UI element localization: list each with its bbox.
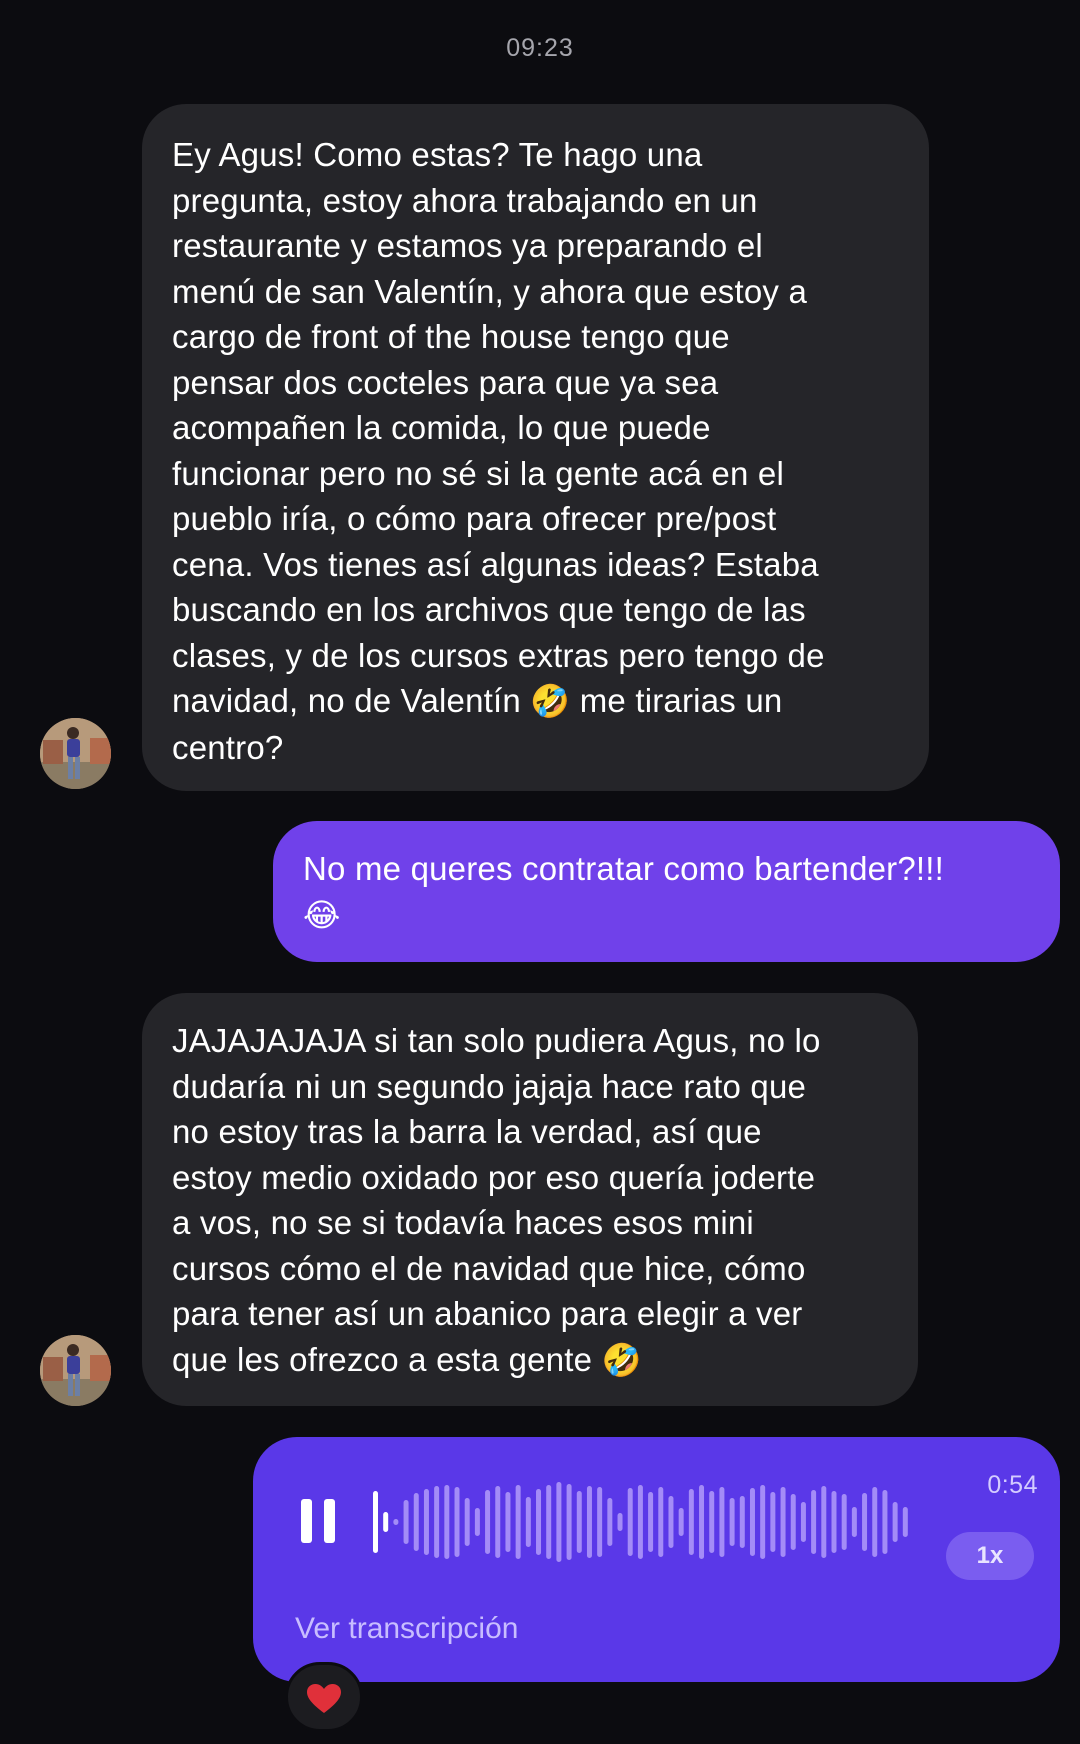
waveform-bar <box>658 1487 664 1557</box>
waveform-bar <box>699 1485 705 1559</box>
tears-of-joy-emoji: 😂 <box>303 895 341 934</box>
view-transcript-link[interactable]: Ver transcripción <box>295 1612 518 1646</box>
chat-screen: 09:23 Ey Agus! Como estas? Te hago una p… <box>0 0 1080 1744</box>
waveform-bar <box>485 1490 491 1554</box>
waveform-bar <box>495 1486 501 1558</box>
waveform-bar <box>617 1513 623 1531</box>
waveform-bar <box>770 1492 776 1552</box>
waveform-bar <box>821 1486 827 1558</box>
avatar-photo-icon <box>40 718 111 789</box>
waveform-bar <box>648 1492 654 1552</box>
heart-icon <box>307 1684 341 1713</box>
message-text: No me queres contratar como bartender?!!… <box>303 850 945 887</box>
waveform-bar <box>719 1487 725 1557</box>
waveform-bar <box>902 1507 908 1537</box>
playback-speed-button[interactable]: 1x <box>946 1532 1034 1580</box>
waveform-bar <box>576 1491 582 1553</box>
waveform-bar <box>688 1489 694 1555</box>
waveform-bar <box>872 1487 878 1557</box>
waveform-bar <box>882 1490 888 1554</box>
waveform-bar <box>383 1512 389 1532</box>
incoming-message-bubble[interactable]: JAJAJAJAJA si tan solo pudiera Agus, no … <box>142 993 918 1406</box>
waveform-bar <box>515 1485 521 1559</box>
waveform-bar <box>760 1485 766 1559</box>
waveform-bar <box>831 1491 837 1553</box>
message-text: Ey Agus! Como estas? Te hago una pregunt… <box>172 136 825 719</box>
rofl-emoji: 🤣 <box>601 1340 642 1379</box>
waveform-bar <box>464 1498 470 1546</box>
waveform-bar <box>373 1491 378 1553</box>
waveform-bar <box>525 1497 531 1547</box>
contact-avatar[interactable] <box>40 1335 111 1406</box>
waveform-bar <box>566 1484 572 1560</box>
waveform-bar <box>607 1498 613 1546</box>
waveform-bar <box>892 1502 898 1542</box>
reaction-badge[interactable] <box>285 1662 363 1732</box>
waveform-bar <box>668 1496 674 1548</box>
voice-duration: 0:54 <box>987 1471 1038 1499</box>
waveform-bar <box>709 1491 715 1553</box>
waveform-bar <box>403 1500 409 1544</box>
waveform-bar <box>841 1494 847 1550</box>
waveform-bar <box>454 1487 460 1557</box>
waveform-bar <box>637 1485 643 1559</box>
waveform-bar <box>851 1507 857 1537</box>
waveform-bar <box>749 1488 755 1556</box>
waveform-bar <box>811 1490 817 1554</box>
waveform-bar <box>790 1494 796 1550</box>
waveform-bar <box>729 1498 735 1546</box>
waveform-bar <box>556 1482 562 1562</box>
message-timestamp: 09:23 <box>506 34 574 62</box>
audio-waveform[interactable] <box>371 1477 911 1567</box>
message-text: JAJAJAJAJA si tan solo pudiera Agus, no … <box>172 1022 821 1378</box>
waveform-bar <box>413 1493 419 1551</box>
outgoing-message-bubble[interactable]: No me queres contratar como bartender?!!… <box>273 821 1060 962</box>
waveform-bar <box>474 1508 480 1536</box>
voice-message-bubble[interactable]: 0:54 1x Ver transcripción <box>253 1437 1060 1682</box>
pause-icon[interactable] <box>301 1499 335 1543</box>
waveform-bar <box>597 1487 603 1557</box>
contact-avatar[interactable] <box>40 718 111 789</box>
waveform-bar <box>434 1486 440 1558</box>
waveform-bar <box>444 1485 450 1559</box>
waveform-bar <box>546 1485 552 1559</box>
waveform-bar <box>505 1492 511 1552</box>
waveform-bar <box>862 1493 868 1551</box>
avatar-photo-icon <box>40 1335 111 1406</box>
waveform-bar <box>393 1519 399 1525</box>
waveform-bar <box>800 1502 806 1542</box>
waveform-bar <box>586 1486 592 1558</box>
waveform-bar <box>423 1489 429 1555</box>
waveform-bar <box>739 1496 745 1548</box>
waveform-bar <box>678 1508 684 1536</box>
waveform-bar <box>627 1488 633 1556</box>
waveform-bar <box>780 1487 786 1557</box>
rofl-emoji: 🤣 <box>530 682 571 720</box>
incoming-message-bubble[interactable]: Ey Agus! Como estas? Te hago una pregunt… <box>142 104 929 791</box>
waveform-bar <box>536 1489 542 1555</box>
